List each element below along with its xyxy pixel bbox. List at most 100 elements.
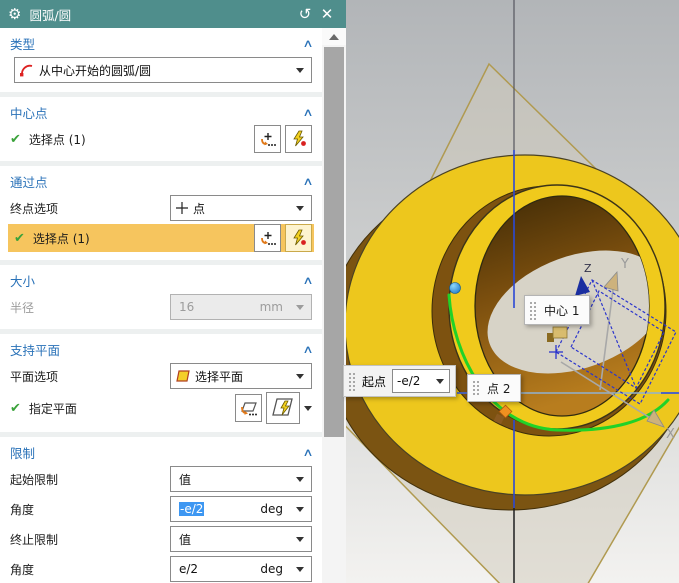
scrollbar-thumb[interactable] [324, 47, 344, 437]
panel-scrollbar[interactable] [322, 28, 346, 583]
endpoint-option-dropdown[interactable]: 点 [170, 195, 312, 221]
chevron-down-icon [296, 477, 304, 482]
start-angle-field[interactable]: -e/2 deg [170, 496, 312, 522]
center-point-tag[interactable]: 中心 1 [524, 295, 590, 325]
through-select-point-label: 选择点 (1) [33, 230, 250, 247]
plane-option-value: 选择平面 [191, 368, 293, 385]
plane-dialog-button[interactable] [235, 394, 262, 422]
start-angle-value[interactable]: -e/2 [179, 502, 204, 516]
point-dialog-button[interactable] [254, 125, 281, 153]
check-icon: ✔ [10, 401, 21, 416]
lightning-icon [290, 229, 308, 247]
chevron-up-icon[interactable]: ∧ [302, 106, 313, 119]
endpoint-option-row: 终点选项 点 [0, 194, 322, 222]
dialog-body: 类型 ∧ 从中心开始的圆弧/圆 中心点 [0, 28, 322, 583]
radius-row: 半径 16 mm [0, 293, 322, 321]
chevron-down-icon[interactable] [304, 406, 312, 411]
center-select-point-label: 选择点 (1) [29, 131, 250, 148]
end-limit-value: 值 [175, 531, 293, 548]
section-limits: 限制 ∧ 起始限制 值 角度 -e/2 deg [0, 437, 322, 583]
section-center-point-header[interactable]: 中心点 ∧ [0, 101, 322, 123]
start-angle-onscreen-field[interactable]: -e/2 [392, 369, 450, 393]
plane-option-row: 平面选项 选择平面 [0, 362, 322, 390]
specify-plane-label: 指定平面 [29, 400, 231, 417]
end-angle-field[interactable]: e/2 deg [170, 556, 312, 582]
scene-3d: X Y Z [346, 0, 679, 583]
section-type-header[interactable]: 类型 ∧ [0, 32, 322, 54]
end-angle-row: 角度 e/2 deg [0, 555, 322, 583]
point-dialog-button[interactable] [254, 224, 281, 252]
start-angle-onscreen-input[interactable]: 起点 -e/2 [343, 365, 456, 397]
end-angle-unit: deg [260, 562, 293, 576]
drag-handle-icon[interactable] [471, 379, 480, 397]
plane-icon [175, 369, 191, 383]
graphics-viewport[interactable]: X Y Z 起点 [346, 0, 679, 583]
section-limits-header[interactable]: 限制 ∧ [0, 441, 322, 463]
origin-handle-box[interactable] [553, 327, 567, 338]
through-select-point-row[interactable]: ✔ 选择点 (1) [8, 224, 314, 252]
section-through-point-header[interactable]: 通过点 ∧ [0, 170, 322, 192]
endpoint-option-label: 终点选项 [10, 200, 170, 217]
section-type-title: 类型 [10, 34, 304, 53]
section-support-plane: 支持平面 ∧ 平面选项 选择平面 ✔ 指定平面 [0, 334, 322, 437]
start-limit-value: 值 [175, 471, 293, 488]
type-row: 从中心开始的圆弧/圆 [0, 56, 322, 84]
type-dropdown[interactable]: 从中心开始的圆弧/圆 [14, 57, 312, 83]
section-limits-title: 限制 [10, 443, 304, 462]
section-size: 大小 ∧ 半径 16 mm [0, 265, 322, 334]
x-axis-label: X [666, 427, 675, 442]
arc-circle-dialog: ⚙ 圆弧/圆 ↺ ✕ 类型 ∧ 从中心开始的圆弧/圆 [0, 0, 346, 583]
type-dropdown-value: 从中心开始的圆弧/圆 [35, 62, 293, 79]
plane-lightning-icon [271, 396, 295, 420]
end-limit-dropdown[interactable]: 值 [170, 526, 312, 552]
end-angle-value[interactable]: e/2 [175, 562, 260, 576]
z-axis-label: Z [584, 262, 592, 275]
endpoint-option-value: 点 [189, 200, 293, 217]
dialog-titlebar[interactable]: ⚙ 圆弧/圆 ↺ ✕ [0, 0, 346, 28]
end-limit-label: 终止限制 [10, 531, 170, 548]
plane-inferred-button[interactable] [266, 392, 300, 424]
start-limit-dropdown[interactable]: 值 [170, 466, 312, 492]
chevron-up-icon[interactable]: ∧ [302, 175, 313, 188]
chevron-down-icon[interactable] [436, 379, 444, 384]
center-point-tag-text: 中心 1 [544, 302, 579, 319]
start-limit-label: 起始限制 [10, 471, 170, 488]
chevron-up-icon[interactable]: ∧ [302, 37, 313, 50]
start-angle-label: 角度 [10, 501, 170, 518]
specify-plane-row: ✔ 指定平面 [0, 392, 322, 424]
drag-handle-icon[interactable] [347, 371, 356, 391]
section-support-plane-header[interactable]: 支持平面 ∧ [0, 338, 322, 360]
plane-option-label: 平面选项 [10, 368, 170, 385]
plane-dialog-icon [239, 399, 258, 417]
check-icon: ✔ [14, 231, 25, 246]
chevron-up-icon[interactable]: ∧ [302, 343, 313, 356]
chevron-up-icon[interactable]: ∧ [302, 274, 313, 287]
reset-icon[interactable]: ↺ [294, 5, 316, 23]
point2-tag[interactable]: 点 2 [467, 374, 521, 402]
dialog-title: 圆弧/圆 [29, 5, 294, 24]
drag-handle-icon[interactable] [528, 300, 537, 320]
point2-tag-text: 点 2 [487, 380, 510, 397]
chevron-up-icon[interactable]: ∧ [302, 446, 313, 459]
close-icon[interactable]: ✕ [316, 5, 338, 23]
snap-point-button[interactable] [285, 125, 312, 153]
plane-option-dropdown[interactable]: 选择平面 [170, 363, 312, 389]
gear-icon[interactable]: ⚙ [8, 5, 21, 23]
scrollbar-up-icon[interactable] [322, 28, 346, 45]
point-dialog-icon [259, 229, 277, 247]
lightning-icon [290, 130, 308, 148]
section-through-point: 通过点 ∧ 终点选项 点 ✔ 选择点 (1) [0, 166, 322, 265]
section-size-header[interactable]: 大小 ∧ [0, 269, 322, 291]
start-angle-onscreen-value[interactable]: -e/2 [397, 374, 433, 388]
check-icon: ✔ [10, 132, 21, 147]
snap-point-button[interactable] [285, 224, 312, 252]
radius-label: 半径 [10, 299, 170, 316]
section-center-point-title: 中心点 [10, 103, 304, 122]
start-point-marker[interactable] [450, 283, 461, 294]
center-select-point-row: ✔ 选择点 (1) [0, 125, 322, 153]
chevron-down-icon [296, 374, 304, 379]
start-angle-row: 角度 -e/2 deg [0, 495, 322, 523]
radius-value: 16 [175, 300, 260, 314]
nx-arc-circle-dialog-window: ⚙ 圆弧/圆 ↺ ✕ 类型 ∧ 从中心开始的圆弧/圆 [0, 0, 679, 583]
chevron-down-icon [296, 206, 304, 211]
